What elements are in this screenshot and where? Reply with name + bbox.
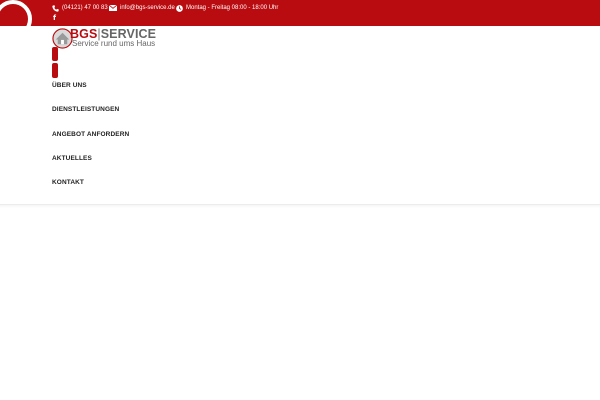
clock-icon (176, 4, 183, 12)
nav-item-aktuelles[interactable]: AKTUELLES (52, 149, 129, 173)
phone-number[interactable]: (04121) 47 00 83 (62, 5, 108, 11)
main-navigation: ÜBER UNS DIENSTLEISTUNGEN ANGEBOT ANFORD… (52, 76, 129, 197)
mail-icon (109, 5, 117, 11)
email-contact[interactable]: info@bgs-service.de (109, 3, 175, 13)
nav-item-angebot-anfordern[interactable]: ANGEBOT ANFORDERN (52, 125, 129, 149)
phone-contact[interactable]: (04121) 47 00 83 (52, 3, 108, 13)
header-shadow (0, 205, 600, 208)
mobile-menu-toggle-top[interactable] (52, 47, 58, 61)
logo-tagline: Service rund ums Haus (72, 39, 156, 48)
facebook-icon[interactable]: f (53, 14, 56, 22)
email-address[interactable]: info@bgs-service.de (120, 5, 175, 11)
hours-text: Montag - Freitag 08:00 - 18:00 Uhr (186, 5, 279, 11)
nav-item-kontakt[interactable]: KONTAKT (52, 173, 129, 197)
phone-icon (52, 4, 59, 12)
opening-hours: Montag - Freitag 08:00 - 18:00 Uhr (176, 3, 278, 13)
top-bar: (04121) 47 00 83 info@bgs-service.de Mon… (0, 0, 600, 38)
nav-item-ueber-uns[interactable]: ÜBER UNS (52, 76, 129, 100)
site-logo[interactable]: BGS|SERVICE Service rund ums Haus (52, 28, 162, 50)
nav-item-dienstleistungen[interactable]: DIENSTLEISTUNGEN (52, 100, 129, 124)
decorative-ring (0, 0, 32, 38)
